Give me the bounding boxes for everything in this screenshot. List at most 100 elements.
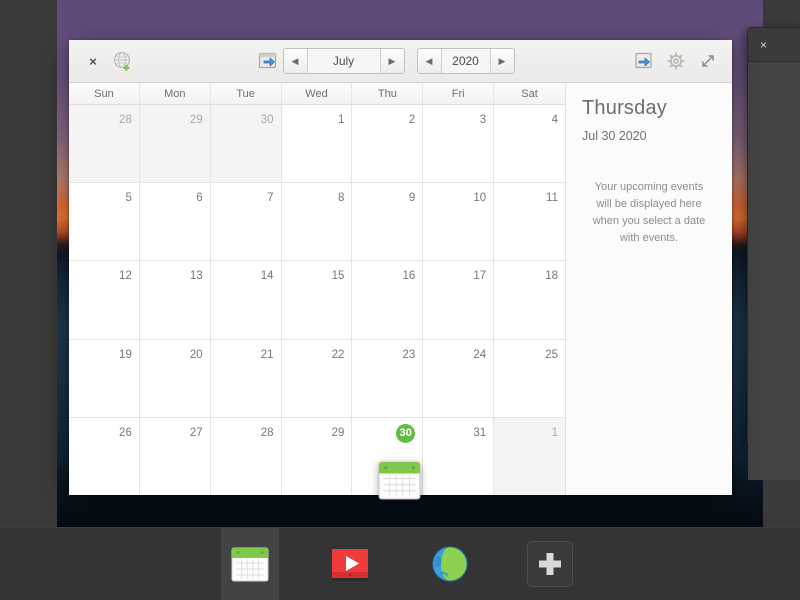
calendar-day-cell[interactable]: 16: [352, 261, 424, 339]
calendar-day-cell[interactable]: 5: [69, 183, 140, 261]
calendar-week-row: 28 29 30 1 2 3 4: [69, 105, 565, 184]
settings-button[interactable]: [661, 47, 691, 75]
calendar-day-number: 29: [189, 114, 203, 126]
export-calendar-button[interactable]: [253, 47, 283, 75]
calendar-icon: [231, 547, 269, 582]
calendar-toolbar: × ◀ July ▶ ◀ 2020 ▶: [69, 40, 732, 83]
calendar-day-number: 15: [331, 270, 345, 283]
dock-item-add-launcher[interactable]: [521, 528, 579, 600]
calendar-day-number: 5: [125, 192, 132, 205]
calendar-week-row: 5 6 7 8 9 10 11: [69, 183, 565, 262]
calendar-day-number: 17: [473, 270, 487, 283]
calendar-day-cell[interactable]: 26: [69, 417, 140, 495]
calendar-day-cell[interactable]: 15: [281, 261, 353, 339]
calendar-day-number: 13: [189, 270, 203, 283]
calendar-day-number: 30: [396, 423, 416, 443]
calendar-day-number: 8: [338, 192, 345, 205]
fullscreen-icon: [702, 55, 714, 67]
day-of-week-header: Sun Mon Tue Wed Thu Fri Sat: [69, 83, 565, 105]
day-of-week-wed: Wed: [282, 83, 353, 104]
next-year-button[interactable]: ▶: [489, 49, 514, 73]
calendar-day-number: 10: [473, 192, 487, 205]
calendar-window: × ◀ July ▶ ◀ 2020 ▶ Sun Mon Tue Wed Thu …: [69, 40, 732, 495]
calendar-day-number: 23: [402, 348, 416, 361]
calendar-day-number: 31: [473, 426, 487, 439]
prev-year-button[interactable]: ◀: [417, 49, 442, 73]
calendar-day-cell[interactable]: 14: [210, 261, 282, 339]
calendar-day-number: 6: [196, 192, 203, 205]
calendar-day-number: 4: [551, 114, 558, 126]
calendar-day-cell[interactable]: 20: [139, 339, 211, 417]
day-of-week-mon: Mon: [140, 83, 211, 104]
calendar-day-number: 1: [338, 114, 345, 126]
globe-browser-icon: [432, 546, 468, 582]
calendar-day-number: 22: [331, 348, 345, 361]
selected-weekday-label: Thursday: [582, 97, 667, 119]
calendar-day-cell[interactable]: 29: [139, 105, 211, 183]
calendar-day-number: 19: [119, 348, 132, 361]
calendar-day-number: 12: [119, 270, 132, 283]
calendar-day-cell[interactable]: 10: [423, 183, 495, 261]
calendar-day-cell[interactable]: 8: [281, 183, 353, 261]
calendar-day-cell[interactable]: 7: [210, 183, 282, 261]
calendar-day-cell[interactable]: 19: [69, 339, 140, 417]
dock-item-calendar[interactable]: [221, 527, 279, 600]
calendar-day-cell[interactable]: 13: [139, 261, 211, 339]
background-window[interactable]: ×: [747, 27, 800, 480]
day-of-week-fri: Fri: [423, 83, 495, 104]
calendar-day-cell[interactable]: 4: [494, 105, 565, 183]
dock-item-web-browser[interactable]: [421, 528, 479, 600]
calendar-week-row: 12 13 14 15 16 17 18: [69, 261, 565, 340]
calendar-day-cell[interactable]: 28: [69, 105, 140, 183]
prev-month-button[interactable]: ◀: [283, 49, 308, 73]
add-web-calendar-button[interactable]: [108, 47, 138, 75]
fullscreen-button[interactable]: [693, 47, 723, 75]
background-window-titlebar[interactable]: ×: [748, 28, 800, 62]
calendar-day-number: 2: [408, 114, 416, 126]
calendar-day-number: 14: [260, 270, 274, 283]
calendar-day-number: 20: [189, 348, 203, 361]
go-to-today-button[interactable]: [629, 47, 659, 75]
calendar-day-cell[interactable]: 2: [352, 105, 424, 183]
calendar-day-cell[interactable]: 11: [494, 183, 565, 261]
calendar-day-number: 27: [189, 426, 203, 439]
calendar-day-cell[interactable]: 6: [139, 183, 211, 261]
calendar-day-cell[interactable]: 1: [281, 105, 353, 183]
current-year-label: 2020: [441, 49, 490, 73]
calendar-day-cell[interactable]: 30: [210, 105, 282, 183]
next-month-button[interactable]: ▶: [379, 49, 404, 73]
calendar-day-cell[interactable]: 1: [494, 417, 565, 495]
calendar-day-number: 18: [545, 270, 558, 283]
calendar-day-cell[interactable]: 18: [494, 261, 565, 339]
desktop: × × ◀ July ▶ ◀ 2020 ▶ Sun Mon Tue Wed Th…: [0, 0, 800, 600]
dock-item-video-player[interactable]: [321, 528, 379, 600]
toolbar-right-actions: [629, 47, 723, 75]
calendar-day-cell[interactable]: 28: [210, 417, 282, 495]
calendar-day-cell[interactable]: 17: [423, 261, 495, 339]
calendar-day-number: 30: [260, 114, 274, 126]
close-icon[interactable]: ×: [760, 39, 767, 51]
calendar-day-number: 21: [260, 348, 274, 361]
calendar-day-cell[interactable]: 24: [423, 339, 495, 417]
calendar-day-number: 28: [260, 426, 274, 439]
calendar-app-icon-dragged[interactable]: [377, 457, 422, 502]
close-button[interactable]: ×: [78, 47, 108, 75]
calendar-day-cell[interactable]: 9: [352, 183, 424, 261]
calendar-day-cell[interactable]: 21: [210, 339, 282, 417]
calendar-day-number: 16: [402, 270, 416, 283]
calendar-day-cell[interactable]: 12: [69, 261, 140, 339]
calendar-day-cell[interactable]: 3: [423, 105, 495, 183]
export-arrow-icon: [258, 52, 276, 69]
calendar-day-cell[interactable]: 23: [352, 339, 424, 417]
calendar-day-cell[interactable]: 22: [281, 339, 353, 417]
day-of-week-thu: Thu: [352, 83, 424, 104]
dock: [0, 527, 800, 600]
calendar-day-cell[interactable]: 27: [139, 417, 211, 495]
year-navigator: ◀ 2020 ▶: [416, 48, 515, 74]
calendar-day-cell[interactable]: 25: [494, 339, 565, 417]
calendar-day-number: 1: [551, 426, 558, 439]
calendar-day-cell[interactable]: 31: [423, 417, 495, 495]
add-launcher-button[interactable]: [527, 541, 573, 587]
calendar-day-cell[interactable]: 29: [281, 417, 353, 495]
calendar-day-number: 26: [119, 426, 132, 439]
